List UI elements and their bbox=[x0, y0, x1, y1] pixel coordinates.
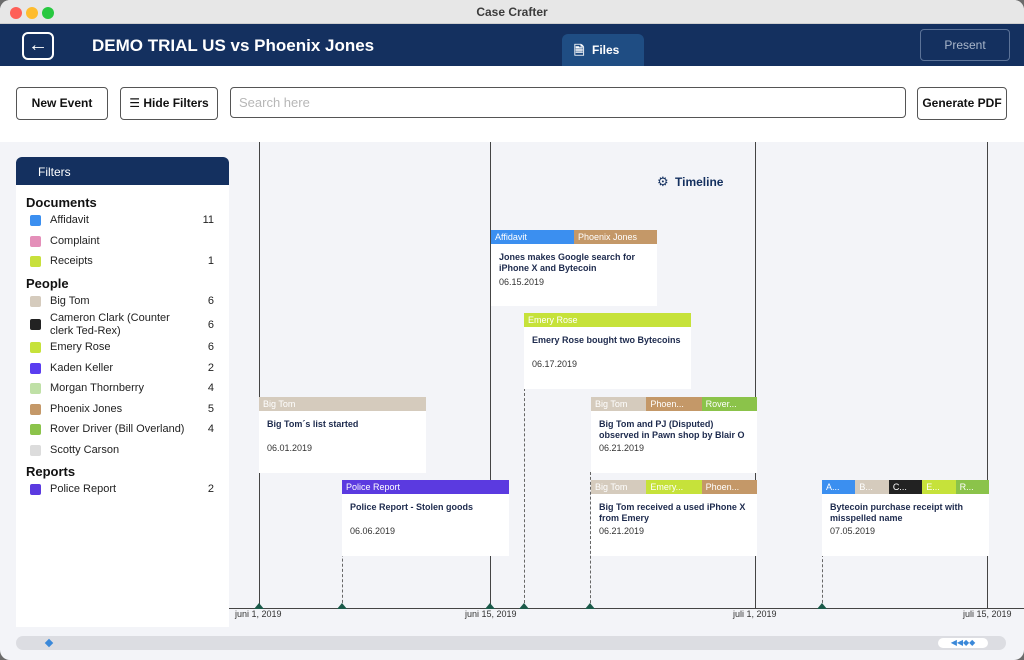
app-header: ← DEMO TRIAL US vs Phoenix Jones 🗎 Files… bbox=[0, 24, 1024, 653]
event-tag: Rover... bbox=[701, 397, 757, 411]
color-swatch bbox=[30, 342, 41, 353]
color-swatch bbox=[30, 215, 41, 226]
event-tag: Police Report bbox=[342, 480, 509, 494]
color-swatch bbox=[30, 319, 41, 330]
axis-tick-label: juli 1, 2019 bbox=[733, 609, 777, 619]
hide-filters-label: Hide Filters bbox=[143, 96, 209, 110]
filters-panel: Filters Documents Affidavit 11 Complaint … bbox=[16, 157, 229, 627]
event-title: Emery Rose bought two Bytecoins bbox=[532, 335, 681, 345]
event-card[interactable]: Big Tom Phoen... Rover... Big Tom and PJ (… bbox=[591, 397, 757, 473]
event-tag: Affidavit bbox=[491, 230, 574, 244]
event-tag: Phoen... bbox=[701, 480, 757, 494]
color-swatch bbox=[30, 256, 41, 267]
event-connector bbox=[524, 388, 525, 608]
event-tag: R... bbox=[955, 480, 990, 494]
color-swatch bbox=[30, 236, 41, 247]
new-event-button[interactable]: New Event bbox=[16, 87, 108, 120]
tab-files-label: Files bbox=[592, 43, 620, 57]
toolbar: New Event ☰ Hide Filters Generate PDF bbox=[0, 66, 1024, 142]
event-date: 06.21.2019 bbox=[599, 526, 645, 536]
window-title: Case Crafter bbox=[476, 5, 548, 19]
color-swatch bbox=[30, 383, 41, 394]
filters-title: Filters bbox=[16, 157, 229, 185]
timeline-axis bbox=[229, 608, 1024, 609]
event-card[interactable]: Emery Rose Emery Rose bought two Bytecoi… bbox=[524, 313, 691, 389]
horizontal-scrollbar[interactable]: ◀◀◆◆ bbox=[16, 636, 1006, 650]
event-tag: Emery... bbox=[646, 480, 702, 494]
event-date: 06.15.2019 bbox=[499, 277, 545, 287]
event-tag: Big Tom bbox=[259, 397, 426, 411]
app-window: Case Crafter ← DEMO TRIAL US vs Phoenix … bbox=[0, 0, 1024, 660]
event-date: 06.06.2019 bbox=[350, 526, 396, 536]
axis-tick-label: juni 15, 2019 bbox=[465, 609, 517, 619]
event-tags: Affidavit Phoenix Jones bbox=[491, 230, 657, 244]
event-tag: Phoen... bbox=[646, 397, 702, 411]
color-swatch bbox=[30, 424, 41, 435]
scroll-left-handle[interactable] bbox=[44, 638, 54, 648]
tab-files[interactable]: 🗎 Files bbox=[562, 34, 644, 66]
event-marker[interactable] bbox=[585, 603, 595, 609]
event-tag: E... bbox=[922, 480, 956, 494]
color-swatch bbox=[30, 404, 41, 415]
event-tags: Big Tom Emery... Phoen... bbox=[591, 480, 757, 494]
event-tag: C... bbox=[888, 480, 923, 494]
filter-section-reports: Reports bbox=[26, 464, 76, 479]
event-tag: A... bbox=[822, 480, 856, 494]
event-marker[interactable] bbox=[254, 603, 264, 609]
event-tags: Police Report bbox=[342, 480, 509, 494]
event-date: 07.05.2019 bbox=[830, 526, 876, 536]
sliders-icon: ☰ bbox=[129, 96, 144, 110]
title-bar: Case Crafter bbox=[0, 0, 1024, 24]
filter-section-documents: Documents bbox=[26, 195, 97, 210]
color-swatch bbox=[30, 445, 41, 456]
gridline bbox=[259, 142, 260, 608]
timeline-canvas: juni 1, 2019 juni 15, 2019 juli 1, 2019 … bbox=[229, 142, 1024, 629]
event-tags: Big Tom bbox=[259, 397, 426, 411]
event-title: Police Report - Stolen goods bbox=[350, 502, 474, 512]
event-title: Big Tom and PJ (Disputed) observed in Pa… bbox=[599, 419, 745, 440]
filter-section-people: People bbox=[26, 276, 69, 291]
event-tags: A... B... C... E... R... bbox=[822, 480, 990, 494]
file-icon: 🗎 bbox=[574, 43, 585, 58]
case-title: DEMO TRIAL US vs Phoenix Jones bbox=[92, 36, 375, 55]
hide-filters-button[interactable]: ☰ Hide Filters bbox=[120, 87, 218, 120]
search-input[interactable] bbox=[230, 87, 906, 118]
event-card[interactable]: Police Report Police Report - Stolen goo… bbox=[342, 480, 509, 556]
color-swatch bbox=[30, 363, 41, 374]
event-date: 06.01.2019 bbox=[267, 443, 313, 453]
event-title: Big Tom received a used iPhone X from Em… bbox=[599, 502, 746, 523]
color-swatch bbox=[30, 484, 41, 495]
scroll-thumb[interactable]: ◀◀◆◆ bbox=[938, 638, 988, 648]
back-button[interactable]: ← bbox=[22, 32, 54, 60]
event-card[interactable]: Big Tom Big Tom´s list started 06.01.201… bbox=[259, 397, 426, 473]
event-tag: Emery Rose bbox=[524, 313, 691, 327]
axis-tick-label: juni 1, 2019 bbox=[235, 609, 282, 619]
present-button[interactable]: Present bbox=[920, 29, 1010, 61]
event-marker[interactable] bbox=[337, 603, 347, 609]
event-marker[interactable] bbox=[817, 603, 827, 609]
event-marker[interactable] bbox=[519, 603, 529, 609]
event-date: 06.17.2019 bbox=[532, 359, 578, 369]
event-title: Bytecoin purchase receipt with misspelle… bbox=[830, 502, 964, 523]
event-card[interactable]: A... B... C... E... R... Bytecoin purchase r… bbox=[822, 480, 990, 556]
event-tag: Big Tom bbox=[591, 480, 647, 494]
event-connector bbox=[822, 554, 823, 608]
generate-pdf-button[interactable]: Generate PDF bbox=[917, 87, 1007, 120]
event-title: Jones makes Google search for iPhone X a… bbox=[499, 252, 636, 273]
axis-tick-label: juli 15, 2019 bbox=[963, 609, 1012, 619]
event-tag: Phoenix Jones bbox=[574, 230, 657, 244]
event-tag: Big Tom bbox=[591, 397, 647, 411]
event-tags: Emery Rose bbox=[524, 313, 691, 327]
event-marker[interactable] bbox=[485, 603, 495, 609]
color-swatch bbox=[30, 296, 41, 307]
event-title: Big Tom´s list started bbox=[267, 419, 359, 429]
event-tags: Big Tom Phoen... Rover... bbox=[591, 397, 757, 411]
event-card[interactable]: Big Tom Emery... Phoen... Big Tom received… bbox=[591, 480, 757, 556]
event-date: 06.21.2019 bbox=[599, 443, 645, 453]
event-card[interactable]: Affidavit Phoenix Jones Jones makes Googl… bbox=[491, 230, 657, 306]
event-tag: B... bbox=[855, 480, 889, 494]
